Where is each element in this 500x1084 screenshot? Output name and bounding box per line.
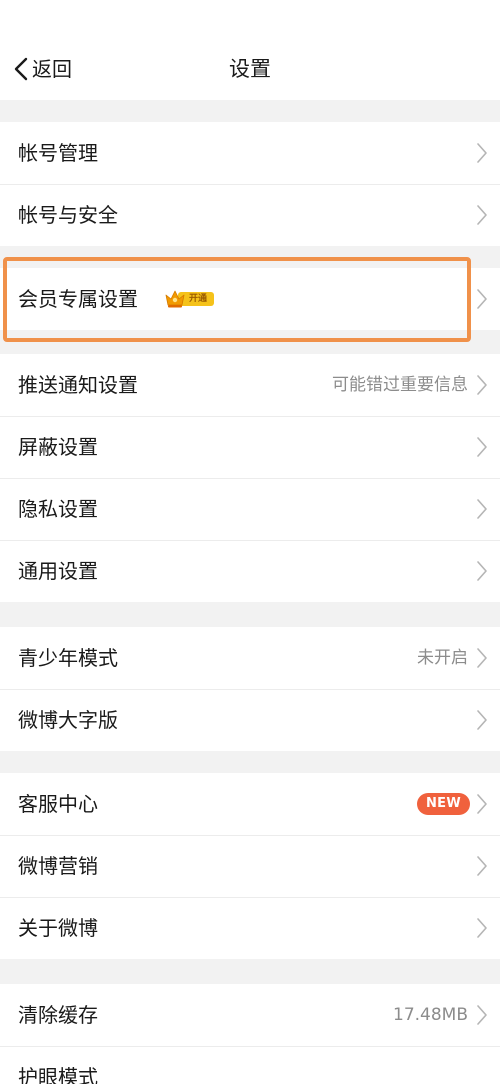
row-label: 通用设置 xyxy=(18,559,98,583)
settings-row-vip-settings[interactable]: 会员专属设置 开通 xyxy=(0,268,500,330)
chevron-right-icon xyxy=(477,499,487,519)
settings-row-eye-protection[interactable]: 护眼模式 xyxy=(0,1046,500,1084)
chevron-right-icon xyxy=(477,1005,487,1025)
settings-row-clear-cache[interactable]: 清除缓存 17.48MB xyxy=(0,984,500,1046)
settings-group-account: 帐号管理 帐号与安全 xyxy=(0,122,500,246)
settings-row-teen-mode[interactable]: 青少年模式 未开启 xyxy=(0,627,500,689)
chevron-right-icon xyxy=(477,437,487,457)
settings-row-marketing[interactable]: 微博营销 xyxy=(0,835,500,897)
settings-group-general: 推送通知设置 可能错过重要信息 屏蔽设置 隐私设置 通用设置 xyxy=(0,354,500,602)
row-label: 微博营销 xyxy=(18,854,98,878)
chevron-right-icon xyxy=(477,143,487,163)
row-value: 可能错过重要信息 xyxy=(332,375,468,395)
row-label: 清除缓存 xyxy=(18,1003,98,1027)
settings-page: 返回 设置 帐号管理 帐号与安全 会员专属设置 开通 推送通知设置 可能错过重要… xyxy=(0,0,500,1084)
settings-group-support: 客服中心 NEW 微博营销 关于微博 xyxy=(0,773,500,959)
new-badge: NEW xyxy=(417,793,470,815)
settings-group-vip: 会员专属设置 开通 xyxy=(0,268,500,330)
row-label: 屏蔽设置 xyxy=(18,435,98,459)
row-label: 青少年模式 xyxy=(18,646,118,670)
row-label: 关于微博 xyxy=(18,916,98,940)
settings-row-large-font[interactable]: 微博大字版 xyxy=(0,689,500,751)
chevron-right-icon xyxy=(477,289,487,309)
vip-badge-text: 开通 xyxy=(188,294,207,304)
row-value: 未开启 xyxy=(417,648,468,668)
chevron-right-icon xyxy=(477,648,487,668)
row-value: 17.48MB xyxy=(393,1005,468,1025)
chevron-right-icon xyxy=(477,205,487,225)
settings-row-push-notifications[interactable]: 推送通知设置 可能错过重要信息 xyxy=(0,354,500,416)
row-label: 护眼模式 xyxy=(18,1065,98,1084)
chevron-right-icon xyxy=(477,561,487,581)
settings-group-storage: 清除缓存 17.48MB 护眼模式 xyxy=(0,984,500,1084)
settings-row-account-security[interactable]: 帐号与安全 xyxy=(0,184,500,246)
row-label: 帐号管理 xyxy=(18,141,98,165)
chevron-right-icon xyxy=(477,856,487,876)
settings-row-about[interactable]: 关于微博 xyxy=(0,897,500,959)
nav-bar: 返回 设置 xyxy=(0,0,500,100)
page-title: 设置 xyxy=(229,57,271,81)
settings-row-block[interactable]: 屏蔽设置 xyxy=(0,416,500,478)
vip-open-badge[interactable]: 开通 xyxy=(164,288,216,310)
settings-row-general[interactable]: 通用设置 xyxy=(0,540,500,602)
chevron-right-icon xyxy=(477,794,487,814)
row-label: 推送通知设置 xyxy=(18,373,138,397)
row-label: 会员专属设置 xyxy=(18,287,138,311)
settings-row-customer-service[interactable]: 客服中心 NEW xyxy=(0,773,500,835)
chevron-right-icon xyxy=(477,375,487,395)
settings-row-privacy[interactable]: 隐私设置 xyxy=(0,478,500,540)
row-label: 隐私设置 xyxy=(18,497,98,521)
row-label: 帐号与安全 xyxy=(18,203,118,227)
settings-row-account-management[interactable]: 帐号管理 xyxy=(0,122,500,184)
settings-group-modes: 青少年模式 未开启 微博大字版 xyxy=(0,627,500,751)
chevron-right-icon xyxy=(477,918,487,938)
row-label: 客服中心 xyxy=(18,792,98,816)
row-label: 微博大字版 xyxy=(18,708,118,732)
chevron-right-icon xyxy=(477,710,487,730)
